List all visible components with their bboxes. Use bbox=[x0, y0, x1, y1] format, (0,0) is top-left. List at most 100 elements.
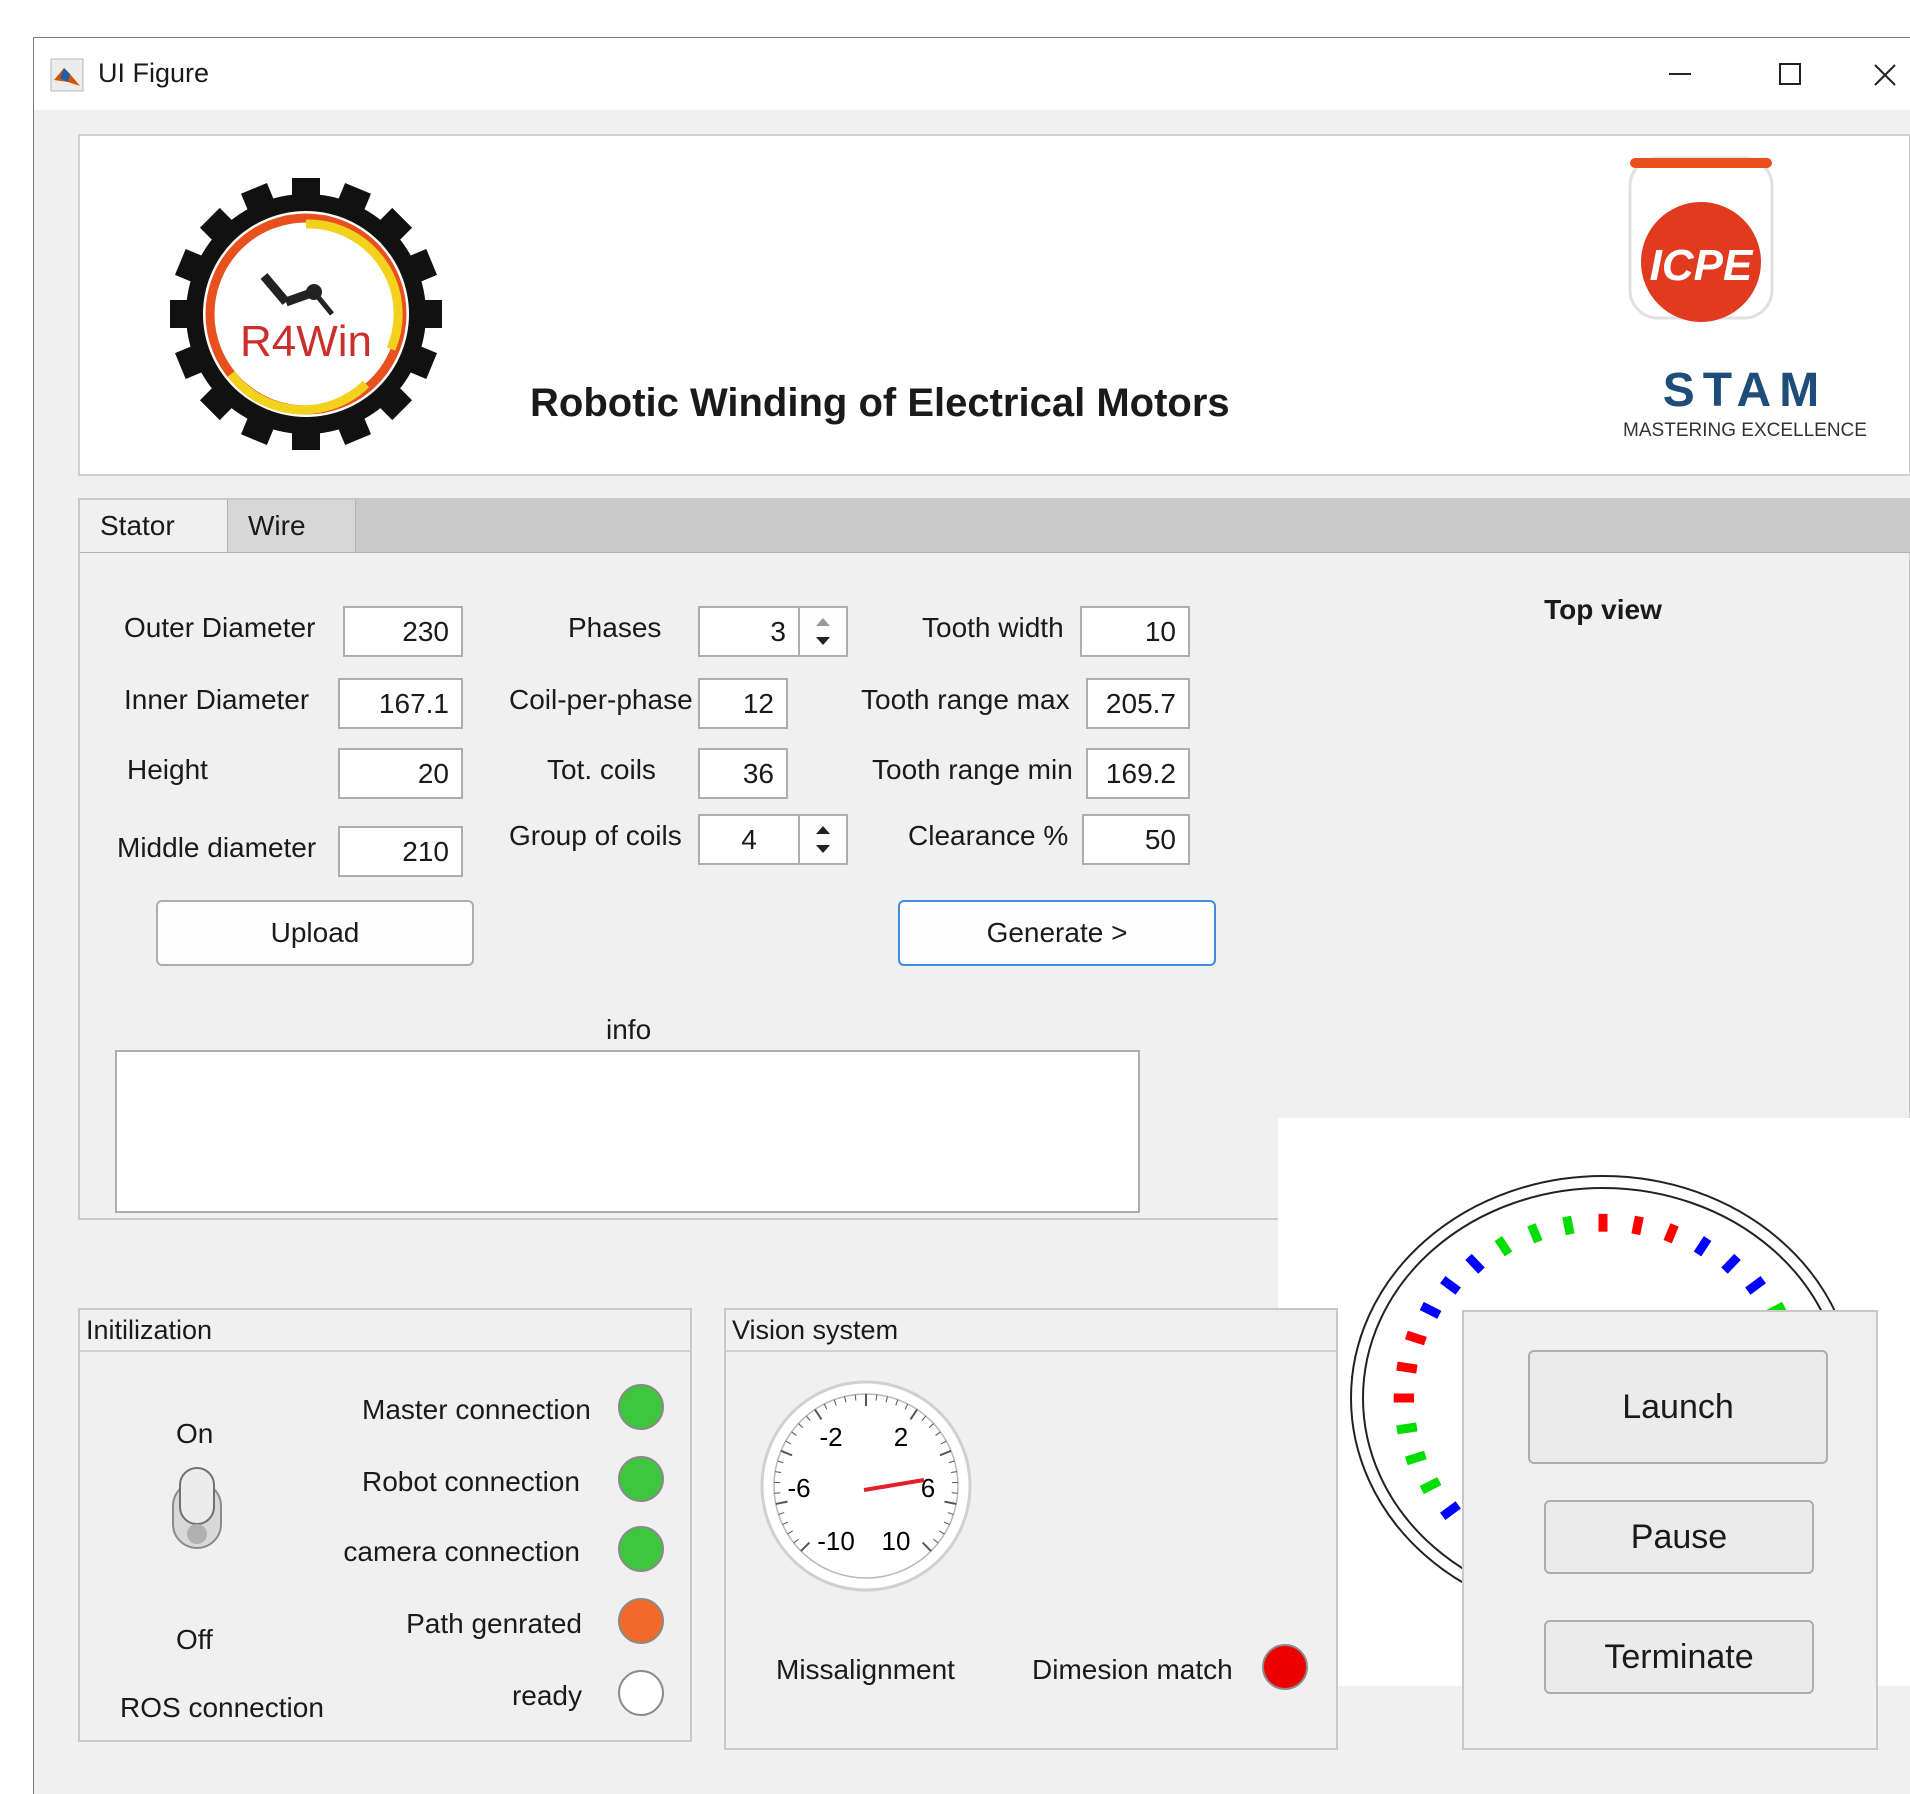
gauge-tick-label: 6 bbox=[921, 1473, 935, 1503]
stator-tab-group: Stator Wire Outer Diameter 230 Inner Dia… bbox=[78, 498, 1910, 1220]
tab-stator[interactable]: Stator bbox=[80, 500, 228, 552]
phases-label: Phases bbox=[568, 612, 661, 644]
coil-segment bbox=[1724, 1257, 1737, 1271]
upload-button[interactable]: Upload bbox=[156, 900, 474, 966]
coil-segment bbox=[1748, 1280, 1764, 1291]
tot-coils-label: Tot. coils bbox=[547, 754, 656, 786]
coil-segment bbox=[1406, 1455, 1425, 1461]
path-generated-lamp bbox=[618, 1598, 664, 1644]
tab-wire[interactable]: Wire bbox=[228, 500, 356, 552]
coil-segment bbox=[1406, 1335, 1425, 1341]
title-bar: UI Figure bbox=[34, 38, 1910, 110]
gauge-tick-label: 10 bbox=[882, 1526, 911, 1556]
coil-segment bbox=[1468, 1257, 1481, 1271]
window-title: UI Figure bbox=[98, 58, 209, 89]
logo-stam-text: STAM bbox=[1663, 364, 1827, 417]
missalignment-label: Missalignment bbox=[776, 1654, 955, 1686]
coil-segment bbox=[1567, 1217, 1571, 1235]
maximize-icon[interactable] bbox=[1764, 52, 1816, 96]
tooth-range-min-field[interactable]: 169.2 bbox=[1086, 748, 1190, 799]
outer-diameter-field[interactable]: 230 bbox=[343, 606, 463, 657]
matlab-icon bbox=[50, 58, 84, 92]
ros-toggle-switch[interactable] bbox=[170, 1464, 224, 1554]
camera-connection-lamp bbox=[618, 1526, 664, 1572]
generate-button[interactable]: Generate > bbox=[898, 900, 1216, 966]
inner-diameter-field[interactable]: 167.1 bbox=[338, 678, 463, 729]
phases-spinner[interactable]: 3 bbox=[698, 606, 800, 657]
tooth-range-max-label: Tooth range max bbox=[861, 684, 1070, 716]
coil-segment bbox=[1397, 1366, 1417, 1369]
app-title: Robotic Winding of Electrical Motors bbox=[530, 381, 1230, 426]
gauge-tick-label: -6 bbox=[787, 1473, 810, 1503]
coil-segment bbox=[1422, 1306, 1440, 1315]
middle-diameter-label: Middle diameter bbox=[117, 832, 316, 864]
terminate-button[interactable]: Terminate bbox=[1544, 1620, 1814, 1694]
coil-segment bbox=[1422, 1481, 1440, 1490]
height-label: Height bbox=[127, 754, 208, 786]
ros-connection-label: ROS connection bbox=[120, 1692, 324, 1724]
tooth-range-min-label: Tooth range min bbox=[872, 754, 1073, 786]
dimension-match-label: Dimesion match bbox=[1032, 1654, 1233, 1686]
coil-per-phase-field[interactable]: 12 bbox=[698, 678, 788, 729]
vision-system-panel: Vision system -2 2 -6 6 -10 10 Missalign… bbox=[724, 1308, 1338, 1750]
tooth-width-label: Tooth width bbox=[922, 612, 1064, 644]
minimize-icon[interactable] bbox=[1654, 52, 1706, 96]
icpe-logo: ICPE bbox=[1620, 152, 1780, 342]
height-field[interactable]: 20 bbox=[338, 748, 463, 799]
launch-button[interactable]: Launch bbox=[1528, 1350, 1828, 1464]
clearance-field[interactable]: 50 bbox=[1082, 814, 1190, 865]
missalignment-gauge: -2 2 -6 6 -10 10 bbox=[756, 1376, 976, 1596]
coil-segment bbox=[1443, 1280, 1459, 1291]
group-of-coils-label: Group of coils bbox=[509, 820, 682, 852]
robot-connection-label: Robot connection bbox=[362, 1466, 576, 1498]
coil-segment bbox=[1443, 1505, 1459, 1516]
ready-lamp bbox=[618, 1670, 664, 1716]
outer-diameter-label: Outer Diameter bbox=[124, 612, 315, 644]
gauge-tick-label: -10 bbox=[817, 1526, 855, 1556]
camera-connection-label: camera connection bbox=[342, 1536, 580, 1568]
gauge-tick bbox=[855, 1395, 856, 1401]
coil-segment bbox=[1531, 1225, 1538, 1242]
header-panel: R4Win Robotic Winding of Electrical Moto… bbox=[78, 134, 1910, 476]
tooth-range-max-field[interactable]: 205.7 bbox=[1086, 678, 1190, 729]
info-textarea[interactable] bbox=[115, 1050, 1140, 1213]
phases-spinner-arrows[interactable] bbox=[798, 606, 848, 657]
logo-left-text: R4Win bbox=[240, 317, 372, 366]
coil-per-phase-label: Coil-per-phase bbox=[509, 684, 693, 716]
tooth-width-field[interactable]: 10 bbox=[1080, 606, 1190, 657]
ready-label: ready bbox=[362, 1680, 582, 1712]
master-connection-lamp bbox=[618, 1384, 664, 1430]
group-of-coils-spinner-arrows[interactable] bbox=[798, 814, 848, 865]
initialization-title: Initilization bbox=[80, 1310, 690, 1352]
gauge-tick-label: -2 bbox=[819, 1422, 842, 1452]
logo-right-text: ICPE bbox=[1650, 241, 1754, 290]
coil-segment bbox=[1397, 1427, 1417, 1430]
robot-connection-lamp bbox=[618, 1456, 664, 1502]
dimension-match-lamp bbox=[1262, 1644, 1308, 1690]
r4win-logo: R4Win bbox=[156, 164, 456, 464]
initialization-panel: Initilization On Off ROS connection Mast… bbox=[78, 1308, 692, 1742]
info-label: info bbox=[606, 1014, 651, 1046]
inner-diameter-label: Inner Diameter bbox=[124, 684, 309, 716]
vision-system-title: Vision system bbox=[726, 1310, 1336, 1352]
switch-on-label: On bbox=[176, 1418, 213, 1450]
close-icon[interactable] bbox=[1864, 52, 1904, 96]
path-generated-label: Path genrated bbox=[362, 1608, 582, 1640]
coil-segment bbox=[1636, 1217, 1640, 1235]
coil-segment bbox=[1668, 1225, 1675, 1242]
tot-coils-field[interactable]: 36 bbox=[698, 748, 788, 799]
clearance-label: Clearance % bbox=[908, 820, 1068, 852]
gauge-tick-label: 2 bbox=[894, 1422, 908, 1452]
stam-logo: STAM MASTERING EXCELLENCE bbox=[1620, 364, 1870, 446]
control-panel: Launch Pause Terminate bbox=[1462, 1310, 1878, 1750]
master-connection-label: Master connection bbox=[362, 1394, 582, 1426]
tab-bar: Stator Wire bbox=[80, 500, 1910, 553]
gauge-tick bbox=[876, 1395, 877, 1401]
middle-diameter-field[interactable]: 210 bbox=[338, 826, 463, 877]
pause-button[interactable]: Pause bbox=[1544, 1500, 1814, 1574]
switch-off-label: Off bbox=[176, 1624, 213, 1656]
logo-stam-tagline: MASTERING EXCELLENCE bbox=[1623, 420, 1867, 441]
group-of-coils-spinner[interactable]: 4 bbox=[698, 814, 800, 865]
coil-segment bbox=[1498, 1239, 1508, 1254]
app-window: UI Figure R4Win Robotic Winding of Elect… bbox=[33, 37, 1910, 1794]
